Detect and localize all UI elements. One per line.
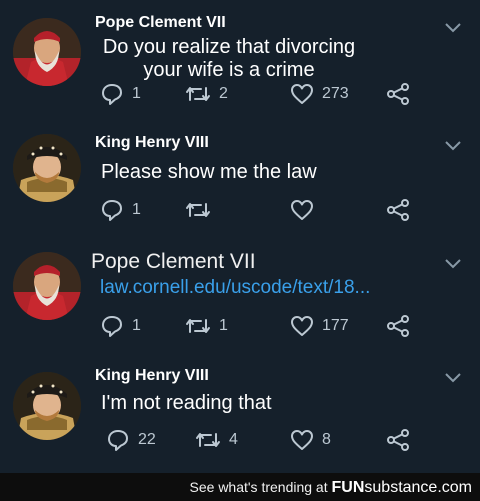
like-count: 8 [322, 431, 331, 448]
brand-fun: FUN [331, 479, 365, 496]
share-button[interactable] [386, 428, 410, 452]
avatar-henry[interactable] [13, 372, 81, 440]
retweet-count: 2 [219, 85, 228, 102]
reply-count: 1 [132, 85, 141, 102]
tweet-text: Do you realize that divorcing your wife … [102, 36, 356, 81]
chevron-down-icon[interactable] [444, 22, 462, 34]
retweet-icon [196, 433, 220, 447]
avatar-pope[interactable] [13, 18, 81, 86]
share-icon [387, 83, 409, 105]
tweet-text: Please show me the law [101, 161, 317, 183]
retweet-count: 1 [219, 317, 228, 334]
tweet-author[interactable]: Pope Clement VII [95, 14, 226, 32]
tweet-2[interactable]: King Henry VIII Please show me the law 1 [0, 120, 480, 240]
share-icon [387, 429, 409, 451]
tweet-text: I'm not reading that [101, 392, 272, 414]
retweet-button[interactable] [185, 198, 219, 222]
heart-icon [291, 430, 313, 450]
reply-icon [102, 84, 122, 105]
chevron-down-icon[interactable] [444, 372, 462, 384]
heart-icon [291, 316, 313, 336]
tweet-actions: 1 1 177 [100, 314, 420, 340]
avatar-pope[interactable] [13, 252, 81, 320]
share-icon [387, 315, 409, 337]
retweet-icon [186, 87, 210, 101]
chevron-down-icon[interactable] [444, 258, 462, 270]
retweet-button[interactable]: 4 [195, 428, 238, 452]
tweet-1[interactable]: Pope Clement VII Do you realize that div… [0, 0, 480, 120]
reply-count: 1 [132, 201, 141, 218]
footer-trending-text: See what's trending at [189, 479, 328, 495]
reply-button[interactable]: 1 [100, 198, 141, 222]
retweet-button[interactable]: 2 [185, 82, 228, 106]
like-button[interactable] [290, 198, 322, 222]
tweet-author[interactable]: King Henry VIII [95, 367, 209, 385]
retweet-icon [186, 203, 210, 217]
like-button[interactable]: 8 [290, 428, 331, 452]
reply-count: 22 [138, 431, 156, 448]
like-count: 273 [322, 85, 349, 102]
funsubstance-logo: FUNsubstance.com [332, 479, 473, 496]
like-button[interactable]: 177 [290, 314, 349, 338]
footer-text[interactable]: See what's trending at FUNsubstance.com [190, 479, 472, 497]
reply-icon [108, 430, 128, 451]
heart-icon [291, 200, 313, 220]
reply-count: 1 [132, 317, 141, 334]
tweet-actions: 1 2 273 [100, 82, 420, 108]
share-icon [387, 199, 409, 221]
share-button[interactable] [386, 198, 410, 222]
reply-icon [102, 316, 122, 337]
reply-button[interactable]: 22 [106, 428, 156, 452]
like-button[interactable]: 273 [290, 82, 349, 106]
tweet-actions: 1 [100, 198, 420, 224]
avatar-henry[interactable] [13, 134, 81, 202]
chevron-down-icon[interactable] [444, 140, 462, 152]
tweet-3[interactable]: Pope Clement VII law.cornell.edu/uscode/… [0, 240, 480, 360]
like-count: 177 [322, 317, 349, 334]
tweet-4[interactable]: King Henry VIII I'm not reading that 22 … [0, 360, 480, 473]
tweet-author[interactable]: Pope Clement VII [91, 250, 256, 274]
reply-icon [102, 200, 122, 221]
tweet-actions: 22 4 8 [100, 428, 420, 454]
share-button[interactable] [386, 82, 410, 106]
reply-button[interactable]: 1 [100, 82, 141, 106]
retweet-button[interactable]: 1 [185, 314, 228, 338]
retweet-icon [186, 319, 210, 333]
reply-button[interactable]: 1 [100, 314, 141, 338]
retweet-count: 4 [229, 431, 238, 448]
tweet-author[interactable]: King Henry VIII [95, 134, 209, 152]
brand-substance: substance [364, 479, 438, 496]
share-button[interactable] [386, 314, 410, 338]
footer-bar: See what's trending at FUNsubstance.com [0, 473, 480, 501]
brand-com: .com [437, 479, 472, 496]
heart-icon [291, 84, 313, 104]
tweet-link[interactable]: law.cornell.edu/uscode/text/18... [100, 276, 370, 299]
